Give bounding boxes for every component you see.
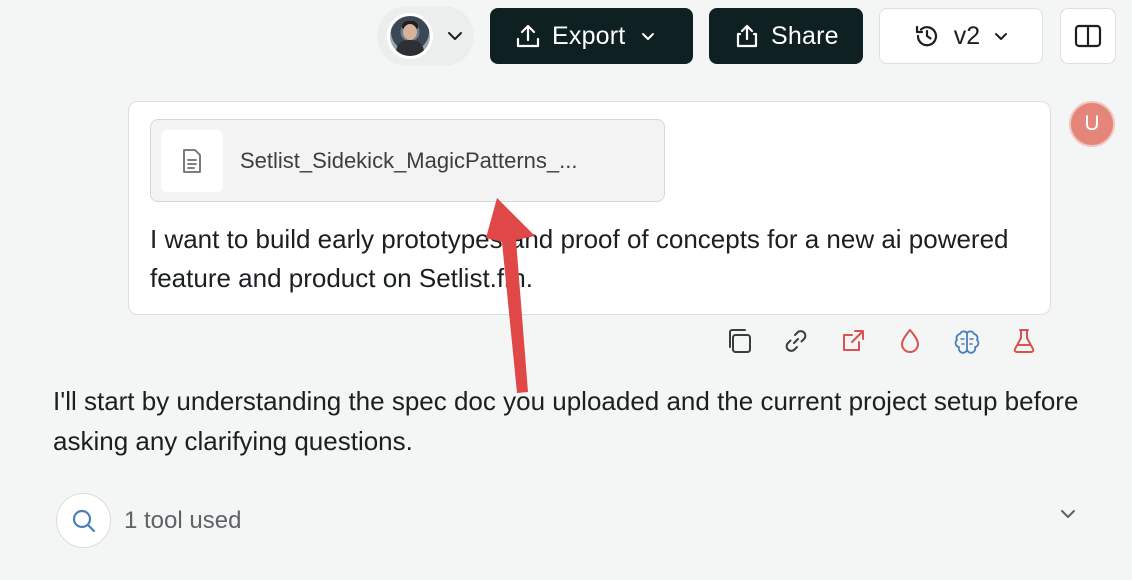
toggle-panel-button[interactable] bbox=[1060, 8, 1116, 64]
sidebar-panel-icon bbox=[1074, 24, 1102, 48]
assistant-message-text: I'll start by understanding the spec doc… bbox=[53, 386, 1079, 456]
chevron-down-icon bbox=[994, 32, 1008, 41]
flask-icon[interactable] bbox=[1010, 327, 1038, 355]
export-label: Export bbox=[552, 21, 626, 50]
file-icon-box bbox=[161, 129, 223, 192]
export-button[interactable]: Export bbox=[490, 8, 693, 64]
attachment-name: Setlist_Sidekick_MagicPatterns_... bbox=[240, 147, 578, 173]
chevron-down-icon bbox=[447, 31, 463, 41]
user-avatar: U bbox=[1069, 101, 1115, 147]
copy-icon[interactable] bbox=[725, 327, 753, 355]
avatar bbox=[387, 13, 433, 59]
external-link-icon[interactable] bbox=[839, 327, 867, 355]
history-icon bbox=[914, 23, 940, 49]
tool-usage-label: 1 tool used bbox=[124, 506, 242, 534]
tool-icon-circle bbox=[56, 493, 111, 548]
share-icon bbox=[735, 23, 759, 49]
share-label: Share bbox=[771, 21, 839, 50]
user-message-card: Setlist_Sidekick_MagicPatterns_... I wan… bbox=[128, 101, 1051, 315]
share-button[interactable]: Share bbox=[709, 8, 863, 64]
version-label: v2 bbox=[953, 21, 981, 50]
avatar-menu-button[interactable] bbox=[377, 6, 474, 66]
droplet-icon[interactable] bbox=[896, 327, 924, 355]
user-message-text: I want to build early prototypes and pro… bbox=[150, 224, 1009, 293]
attachment-chip[interactable]: Setlist_Sidekick_MagicPatterns_... bbox=[150, 119, 665, 202]
message-actions bbox=[725, 327, 1038, 355]
search-icon bbox=[71, 508, 97, 534]
tool-usage-row[interactable]: 1 tool used bbox=[56, 493, 1076, 548]
version-history-button[interactable]: v2 bbox=[879, 8, 1043, 64]
document-icon bbox=[181, 148, 203, 174]
chevron-down-icon bbox=[641, 32, 655, 41]
upload-icon bbox=[516, 23, 540, 49]
brain-icon[interactable] bbox=[953, 327, 981, 355]
link-icon[interactable] bbox=[782, 327, 810, 355]
chevron-down-icon[interactable] bbox=[1060, 509, 1076, 519]
